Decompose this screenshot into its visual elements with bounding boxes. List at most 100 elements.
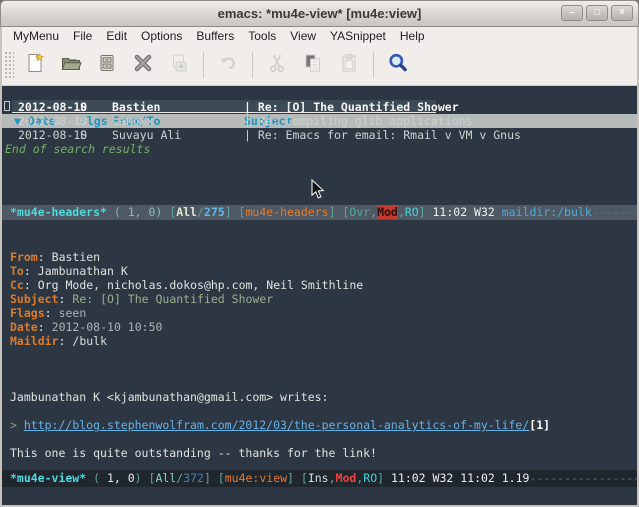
- menu-item-tools[interactable]: Tools: [241, 28, 283, 44]
- row-date: 2012-08-10: [18, 100, 87, 114]
- row-date: 2012-08-10: [18, 114, 87, 128]
- body-line: [10, 404, 637, 418]
- modeline-segment: *mu4e-headers*: [10, 205, 107, 219]
- menu-item-mymenu[interactable]: MyMenu: [6, 28, 66, 44]
- header-field-subject: SubjectRe: [O] The Quantified Shower: [10, 292, 637, 306]
- modeline-segment: All: [155, 471, 176, 485]
- open-file-button[interactable]: [56, 50, 85, 80]
- field-label: Cc: [10, 278, 31, 292]
- undo-button: [213, 50, 242, 80]
- header-field-to: ToJambunathan K: [10, 264, 637, 278]
- toolbar-separator: [252, 52, 253, 78]
- message-row[interactable]: 2012-08-10SSuvayu Ali| Re: Emacs for ema…: [2, 128, 637, 142]
- modeline-segment: ] [: [204, 471, 225, 485]
- copy-button: [298, 50, 327, 80]
- save-icon: [96, 52, 118, 79]
- header-field-date: Date2012-08-10 10:50: [10, 320, 637, 334]
- field-value: /bulk: [65, 334, 107, 348]
- new-file-button[interactable]: [20, 50, 49, 80]
- save-button[interactable]: [92, 50, 121, 80]
- body-text: This one is quite outstanding -- thanks …: [10, 446, 377, 460]
- menu-item-edit[interactable]: Edit: [99, 28, 134, 44]
- field-value: Org Mode, nicholas.dokos@hp.com, Neil Sm…: [31, 278, 363, 292]
- hollow-cursor: [4, 101, 10, 111]
- field-value: seen: [52, 306, 87, 320]
- row-subject: | Re: Compiling glib applications: [244, 114, 472, 128]
- menu-item-buffers[interactable]: Buffers: [189, 28, 241, 44]
- message-row[interactable]: 2012-08-10S Lanoxx | Re: Compiling glib ap…: [2, 114, 637, 128]
- field-value: 2012-08-10 10:50: [45, 320, 163, 334]
- field-value: Jambunathan K: [31, 264, 128, 278]
- menu-item-options[interactable]: Options: [134, 28, 189, 44]
- modeline-segment: RO: [405, 205, 419, 219]
- copy-icon: [302, 52, 324, 79]
- header-field-from: FromBastien: [10, 250, 637, 264]
- modeline-segment: Ins: [308, 471, 329, 485]
- modeline-segment: Mod: [336, 471, 357, 485]
- maximize-icon: □: [594, 8, 600, 18]
- window-title: emacs: *mu4e-view* [mu4e:view]: [218, 6, 422, 21]
- delete-button[interactable]: [128, 50, 157, 80]
- delete-icon: [132, 52, 154, 79]
- toolbar-separator: [373, 52, 374, 78]
- modeline-segment: mu4e:view: [225, 471, 287, 485]
- open-folder-icon: [60, 52, 82, 79]
- close-button[interactable]: ×: [611, 5, 633, 21]
- field-value: Re: [O] The Quantified Shower: [65, 292, 273, 306]
- tool-bar: [2, 45, 637, 86]
- modeline-mu4e-view[interactable]: *mu4e-view* ( 1, 0) [All/372] [mu4e:view…: [2, 470, 637, 487]
- modeline-segment: ] [: [225, 205, 246, 219]
- row-subject: | Re: [O] The Quantified Shower: [244, 100, 459, 114]
- modeline-segment: Mod: [377, 205, 398, 219]
- menu-item-yasnippet[interactable]: YASnippet: [323, 28, 393, 44]
- row-flags: S: [80, 114, 87, 128]
- modeline-segment: 1, 0: [107, 471, 135, 485]
- message-row[interactable]: 2012-08-10S Bastien | Re: [O] The Quantifi…: [2, 100, 637, 114]
- new-file-icon: [24, 52, 46, 79]
- modeline-segment: ] [: [287, 471, 308, 485]
- paste-icon: [338, 52, 360, 79]
- row-from: Lanoxx: [112, 114, 154, 128]
- field-label: Date: [10, 320, 45, 334]
- echo-area[interactable]: [2, 487, 637, 505]
- row-flags: S: [80, 100, 87, 114]
- row-subject: | Re: Emacs for email: Rmail v VM v Gnus: [244, 128, 521, 142]
- title-bar[interactable]: emacs: *mu4e-view* [mu4e:view] – □ ×: [0, 0, 639, 27]
- search-icon: [387, 52, 409, 79]
- body-line: Jambunathan K <kjambunathan@gmail.com> w…: [10, 390, 637, 404]
- minimize-button[interactable]: –: [561, 5, 583, 21]
- toolbar-drag-handle[interactable]: [4, 51, 14, 79]
- modeline-segment: ): [135, 471, 149, 485]
- modeline-segment: ]: [419, 205, 433, 219]
- row-flags: S: [80, 128, 87, 142]
- toolbar-separator: [203, 52, 204, 78]
- paste-button: [334, 50, 363, 80]
- field-value: Bastien: [45, 250, 100, 264]
- search-button[interactable]: [383, 50, 412, 80]
- menu-bar: MyMenuFileEditOptionsBuffersToolsViewYAS…: [2, 27, 637, 45]
- body-line: > http://blog.stephenwolfram.com/2012/03…: [10, 418, 637, 432]
- header-field-cc: CcOrg Mode, nicholas.dokos@hp.com, Neil …: [10, 278, 637, 292]
- headers-list: 2012-08-10SBastien| Re: [O] The Quantifi…: [2, 100, 637, 142]
- close-icon: ×: [619, 8, 625, 18]
- window-body: MyMenuFileEditOptionsBuffersToolsViewYAS…: [0, 27, 639, 507]
- menu-item-file[interactable]: File: [66, 28, 99, 44]
- minimize-icon: –: [569, 8, 575, 18]
- maximize-button[interactable]: □: [586, 5, 608, 21]
- modeline-segment: Ovr: [349, 205, 370, 219]
- menu-item-view[interactable]: View: [283, 28, 323, 44]
- row-from: Bastien: [112, 100, 160, 114]
- body-text: >: [10, 418, 24, 432]
- body-line: [10, 376, 637, 390]
- message-header-fields: FromBastienToJambunathan KCcOrg Mode, ni…: [10, 250, 637, 348]
- message-link[interactable]: http://blog.stephenwolfram.com/2012/03/t…: [24, 418, 529, 432]
- emacs-frame: ▼ DateFlgsFrom/ToSubject 2012-08-10SBast…: [2, 86, 637, 505]
- modeline-segment: /: [197, 205, 204, 219]
- cut-icon: [266, 52, 288, 79]
- body-text: Jambunathan K <kjambunathan@gmail.com> w…: [10, 390, 329, 404]
- cut-button: [262, 50, 291, 80]
- menu-item-help[interactable]: Help: [393, 28, 432, 44]
- field-label: Flags: [10, 306, 52, 320]
- header-field-flags: Flagsseen: [10, 306, 637, 320]
- body-line: [10, 432, 637, 446]
